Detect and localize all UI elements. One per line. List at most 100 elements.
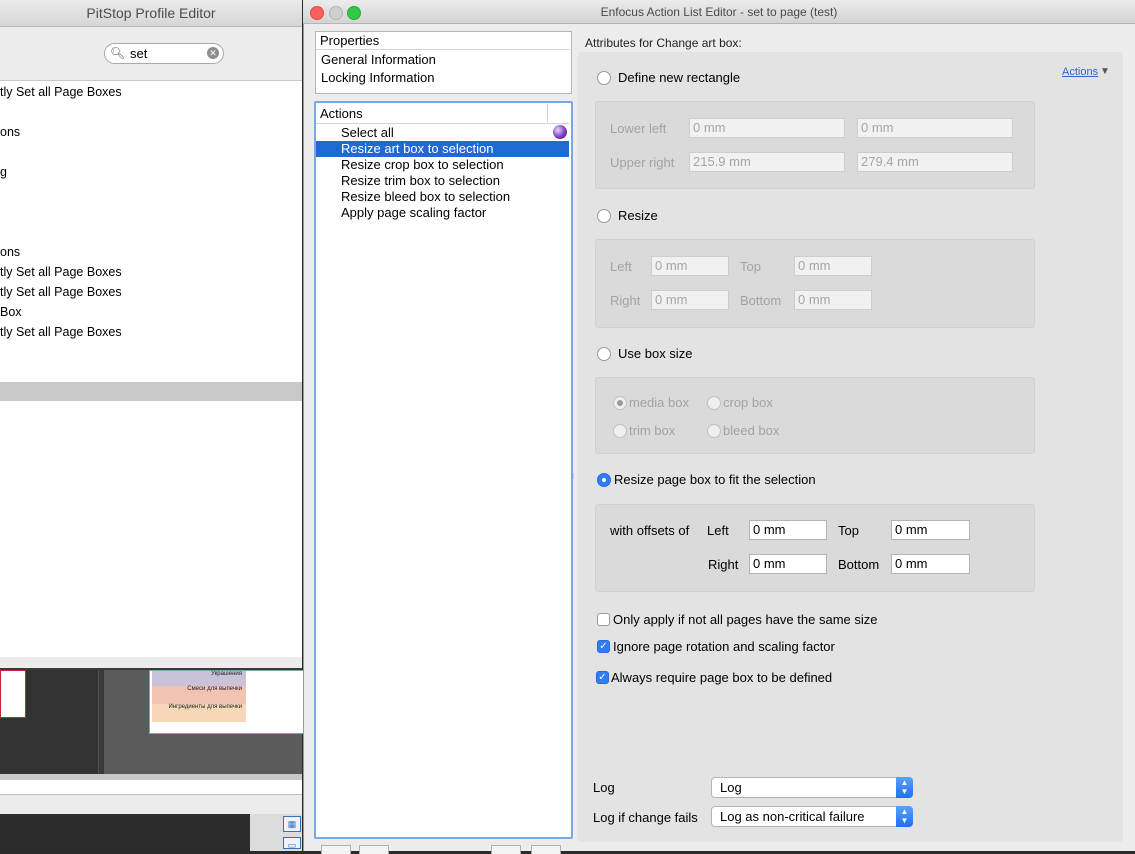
resize-left-label: Left <box>610 259 632 274</box>
ignore-rotation-label: Ignore page rotation and scaling factor <box>613 639 835 654</box>
resize-left-field[interactable]: 0 mm <box>651 256 729 276</box>
window-title: Enfocus Action List Editor - set to page… <box>600 5 838 19</box>
always-require-checkbox[interactable]: ✓ <box>596 671 609 684</box>
action-item-resize-bleed-box[interactable]: Resize bleed box to selection <box>316 189 569 205</box>
only-apply-label: Only apply if not all pages have the sam… <box>613 612 878 627</box>
bleed-box-label: bleed box <box>723 423 780 438</box>
status-field <box>0 780 302 795</box>
properties-item-locking-information[interactable]: Locking Information <box>321 70 434 85</box>
offsets-group <box>595 504 1035 592</box>
action-item-label: Select all <box>341 125 394 140</box>
list-item[interactable]: ons <box>0 122 20 142</box>
profile-list: tly Set all Page Boxes ons g ons tly Set… <box>0 80 302 383</box>
triangle-down-icon[interactable]: ▼ <box>1100 66 1110 77</box>
resize-right-label: Right <box>610 293 641 308</box>
crop-box-label: crop box <box>723 395 773 410</box>
resize-bottom-field[interactable]: 0 mm <box>794 290 872 310</box>
resize-radio[interactable] <box>597 209 611 223</box>
properties-header-label: Properties <box>320 33 380 48</box>
always-require-label: Always require page box to be defined <box>611 670 833 685</box>
search-field[interactable]: 🔍︎ set ✕ <box>104 43 224 64</box>
trim-box-radio[interactable] <box>613 424 627 438</box>
action-item-resize-crop-box[interactable]: Resize crop box to selection <box>316 157 569 173</box>
search-input[interactable]: set <box>130 46 147 61</box>
action-item-label: Resize crop box to selection <box>341 157 504 172</box>
resize-bottom-label: Bottom <box>740 293 782 308</box>
use-box-size-label: Use box size <box>618 346 693 361</box>
thumb-label: Смеси для выпечки <box>152 686 246 704</box>
list-item[interactable]: tly Set all Page Boxes <box>0 322 122 342</box>
properties-item-general-information[interactable]: General Information <box>321 52 436 67</box>
action-item-resize-trim-box[interactable]: Resize trim box to selection <box>316 173 569 189</box>
crop-box-radio[interactable] <box>707 396 721 410</box>
offset-left-field[interactable]: 0 mm <box>749 520 827 540</box>
resize-top-field[interactable]: 0 mm <box>794 256 872 276</box>
action-item-label: Resize trim box to selection <box>341 173 500 188</box>
action-item-select-all[interactable]: Select all <box>316 125 569 141</box>
list-item[interactable]: tly Set all Page Boxes <box>0 282 122 302</box>
resize-group <box>595 239 1035 328</box>
offset-bottom-field[interactable]: 0 mm <box>891 554 970 574</box>
action-item-resize-art-box[interactable]: Resize art box to selection <box>316 141 569 157</box>
move-up-button[interactable] <box>491 845 521 854</box>
list-item[interactable]: tly Set all Page Boxes <box>0 82 122 102</box>
rectangle-group <box>595 101 1035 189</box>
resize-label: Resize <box>618 208 658 223</box>
resize-right-field[interactable]: 0 mm <box>651 290 729 310</box>
log-if-fails-label: Log if change fails <box>593 810 698 825</box>
lower-left-x-field[interactable]: 0 mm <box>689 118 845 138</box>
list-item[interactable]: Box <box>0 302 22 322</box>
offset-top-field[interactable]: 0 mm <box>891 520 970 540</box>
clear-search-icon[interactable]: ✕ <box>207 47 219 59</box>
attributes-title: Attributes for Change art box: <box>585 36 742 50</box>
list-item[interactable]: g <box>0 162 7 182</box>
fit-selection-radio[interactable] <box>597 473 611 487</box>
thumb-label: Ингредиенты для выпечки <box>152 704 246 722</box>
chevron-updown-icon: ▲ ▼ <box>896 806 913 827</box>
remove-action-button[interactable] <box>359 845 389 854</box>
media-box-radio[interactable] <box>613 396 627 410</box>
upper-right-label: Upper right <box>610 155 675 170</box>
upper-right-x-field[interactable]: 215.9 mm <box>689 152 845 172</box>
page-thumbnail[interactable]: Украшения Смеси для выпечки Ингредиенты … <box>104 670 304 774</box>
use-box-size-radio[interactable] <box>597 347 611 361</box>
action-item-label: Resize art box to selection <box>341 141 494 156</box>
list-item[interactable]: tly Set all Page Boxes <box>0 262 122 282</box>
profile-detail-area <box>0 401 302 657</box>
profile-editor-title: PitStop Profile Editor <box>86 5 216 21</box>
only-apply-checkbox[interactable] <box>597 613 610 626</box>
action-item-label: Resize bleed box to selection <box>341 189 511 204</box>
column-divider <box>547 104 548 122</box>
move-down-button[interactable] <box>531 845 561 854</box>
action-item-apply-page-scaling[interactable]: Apply page scaling factor <box>316 205 569 221</box>
add-action-button[interactable] <box>321 845 351 854</box>
offset-bottom-label: Bottom <box>838 557 880 572</box>
actions-menu-link[interactable]: Actions <box>1062 66 1098 78</box>
fit-selection-label: Resize page box to fit the selection <box>614 472 816 487</box>
log-if-fails-select-value: Log as non-critical failure <box>720 809 865 824</box>
media-box-label: media box <box>629 395 689 410</box>
lower-left-label: Lower left <box>610 121 667 136</box>
lower-left-y-field[interactable]: 0 mm <box>857 118 1013 138</box>
trim-box-label: trim box <box>629 423 676 438</box>
box-size-group <box>595 377 1035 454</box>
offset-right-field[interactable]: 0 mm <box>749 554 827 574</box>
log-if-fails-select[interactable]: Log as non-critical failure ▲ ▼ <box>711 806 913 827</box>
splitter-handle[interactable]: ⁝ <box>572 472 576 481</box>
define-new-rectangle-radio[interactable] <box>597 71 611 85</box>
monitor-icon[interactable]: ▭ <box>283 837 301 850</box>
table-icon[interactable]: ▦ <box>283 816 301 832</box>
upper-right-y-field[interactable]: 279.4 mm <box>857 152 1013 172</box>
bleed-box-radio[interactable] <box>707 424 721 438</box>
canvas-area <box>0 814 250 851</box>
actions-header-label: Actions <box>320 106 363 121</box>
list-item[interactable]: ons <box>0 242 20 262</box>
ignore-rotation-checkbox[interactable]: ✓ <box>597 640 610 653</box>
log-select[interactable]: Log ▲ ▼ <box>711 777 913 798</box>
log-label: Log <box>593 780 615 795</box>
resize-top-label: Top <box>740 259 761 274</box>
log-select-value: Log <box>720 780 742 795</box>
action-item-label: Apply page scaling factor <box>341 205 487 220</box>
define-new-rectangle-label: Define new rectangle <box>618 70 741 85</box>
page-thumbnail[interactable] <box>0 670 99 774</box>
